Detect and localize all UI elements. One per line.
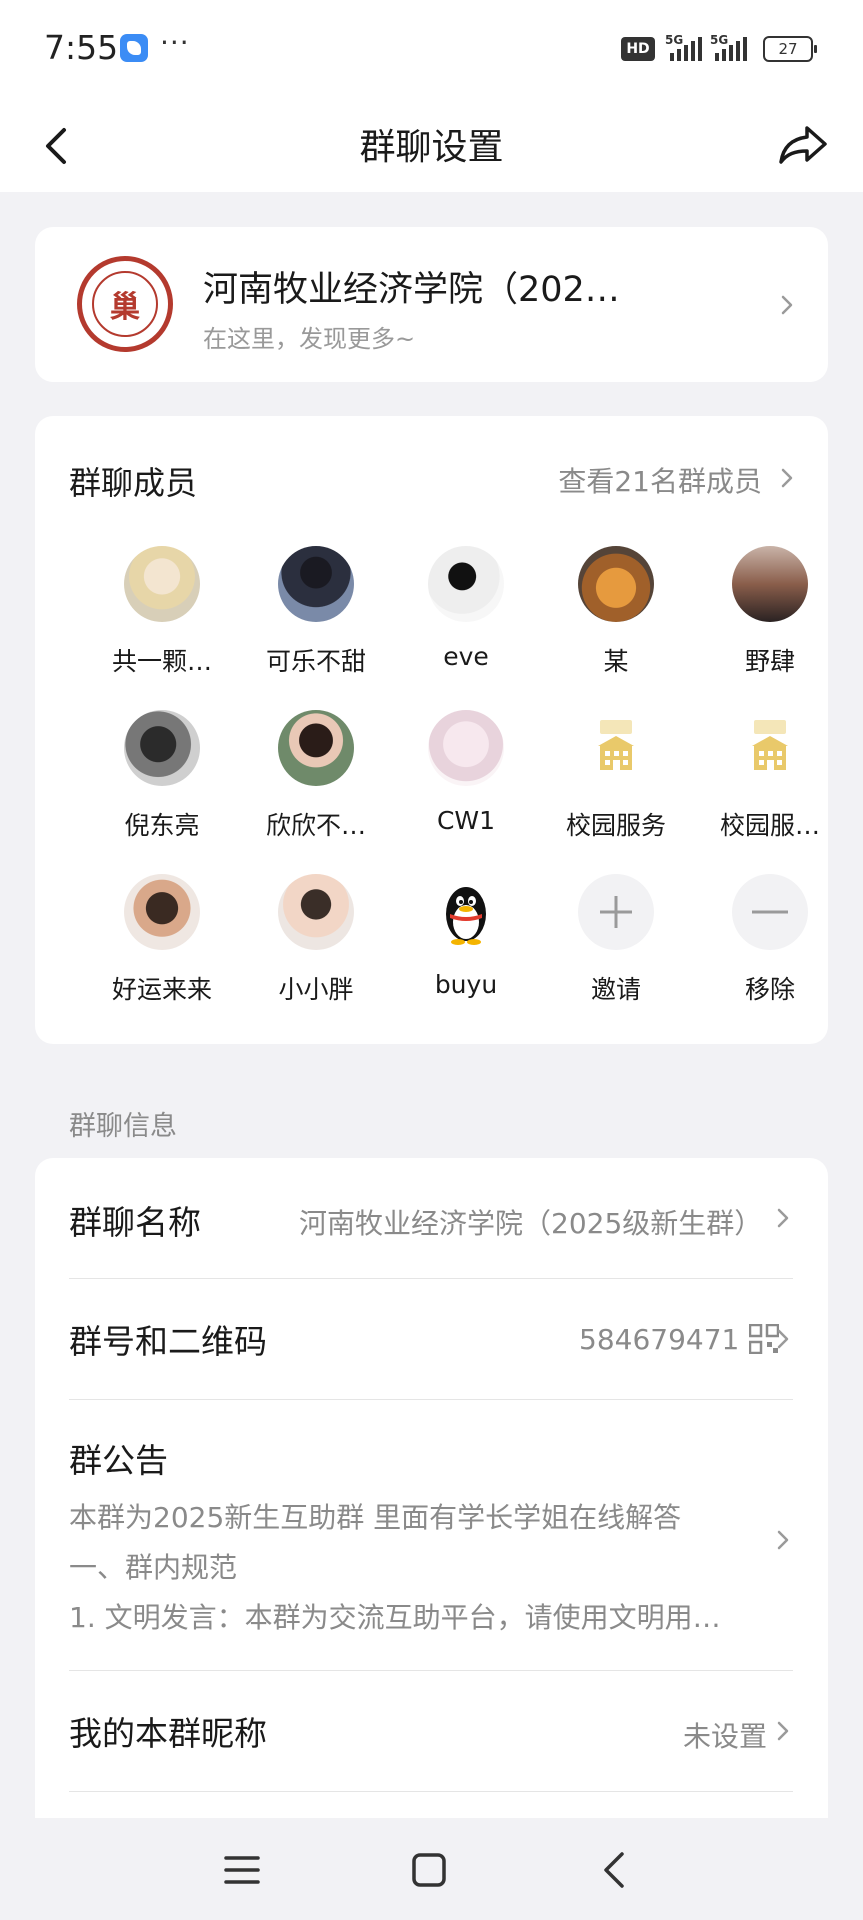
group-name-value: 河南牧业经济学院（2025级新生群） — [299, 1207, 763, 1240]
member-item[interactable]: buyu — [391, 874, 541, 1014]
member-name: 可乐不甜 — [265, 647, 366, 676]
avatar — [278, 546, 354, 622]
chevron-right-icon — [781, 295, 793, 315]
share-icon — [779, 126, 827, 164]
member-name: 校园服务 — [565, 811, 666, 840]
member-item[interactable]: 好运来来 — [87, 874, 237, 1014]
remove-avatar — [732, 874, 808, 950]
signal-icon-1: 5G — [665, 33, 702, 61]
avatar — [732, 546, 808, 622]
member-name: 小小胖 — [278, 975, 354, 1004]
group-info-card: 群聊名称 河南牧业经济学院（2025级新生群） 群号和二维码 584679471… — [35, 1158, 828, 1818]
group-id-label: 群号和二维码 — [69, 1322, 267, 1361]
group-notice-label: 群公告 — [69, 1441, 168, 1480]
member-item[interactable]: 倪东亮 — [87, 710, 237, 850]
member-item[interactable]: 欣欣不… — [241, 710, 391, 850]
remove-member-button[interactable]: 移除 — [695, 874, 845, 1014]
member-item[interactable]: eve — [391, 546, 541, 686]
member-item[interactable]: 共一颗… — [87, 546, 237, 686]
divider — [69, 1791, 793, 1792]
chevron-right-icon — [777, 1329, 789, 1349]
chevron-right-icon[interactable] — [777, 468, 797, 488]
system-nav-bar — [0, 1818, 863, 1920]
avatar — [278, 874, 354, 950]
menu-icon[interactable] — [220, 1848, 264, 1892]
group-name-row[interactable]: 群聊名称 河南牧业经济学院（2025级新生群） — [69, 1158, 793, 1278]
group-info-section-label: 群聊信息 — [69, 1111, 177, 1142]
member-name: 某 — [603, 647, 629, 676]
avatar — [124, 546, 200, 622]
invite-label: 邀请 — [590, 975, 641, 1004]
avatar — [278, 710, 354, 786]
member-name: CW1 — [436, 806, 496, 835]
member-item[interactable]: CW1 — [391, 710, 541, 850]
chevron-right-icon — [777, 1208, 789, 1228]
chevron-right-icon — [777, 1721, 789, 1741]
group-subtitle: 在这里，发现更多~ — [203, 325, 416, 353]
avatar — [124, 710, 200, 786]
avatar — [732, 710, 808, 786]
group-profile-card[interactable]: 巢 河南牧业经济学院（202… 在这里，发现更多~ — [35, 227, 828, 382]
status-time: 7:55 — [44, 28, 119, 67]
remove-label: 移除 — [744, 975, 795, 1004]
member-item[interactable]: 野肆 — [695, 546, 845, 686]
hd-icon: HD — [621, 37, 655, 61]
member-item[interactable]: 小小胖 — [241, 874, 391, 1014]
members-title: 群聊成员 — [69, 464, 198, 502]
group-id-qr-row[interactable]: 群号和二维码 584679471 — [69, 1279, 793, 1399]
members-card: 群聊成员 查看21名群成员 共一颗… 可乐不甜 eve 某 野肆 倪东亮 欣欣不… — [35, 416, 828, 1044]
invite-avatar — [578, 874, 654, 950]
plus-icon — [600, 896, 632, 928]
avatar — [578, 710, 654, 786]
view-all-members-link[interactable]: 查看21名群成员 — [558, 460, 762, 500]
home-square-icon[interactable] — [407, 1848, 451, 1892]
member-name: eve — [443, 642, 489, 671]
member-item[interactable]: 校园服务 — [541, 710, 691, 850]
school-building-icon — [752, 720, 788, 770]
member-name: 好运来来 — [111, 975, 212, 1004]
group-name-label: 群聊名称 — [69, 1203, 201, 1242]
group-notice-row[interactable]: 群公告 本群为2025新生互助群 里面有学长学姐在线解答 一、群内规范 1. 文… — [69, 1400, 793, 1670]
member-name: buyu — [434, 970, 498, 999]
school-building-icon — [598, 720, 634, 770]
member-item[interactable]: 校园服… — [695, 710, 845, 850]
status-bar: 7:55 ··· HD 5G 5G 27 — [0, 0, 863, 98]
penguin-icon — [446, 887, 486, 945]
avatar — [428, 874, 504, 950]
my-nickname-value: 未设置 — [683, 1720, 768, 1753]
avatar — [428, 546, 504, 622]
member-name: 共一颗… — [111, 647, 212, 676]
page-title: 群聊设置 — [359, 127, 504, 168]
group-id-value: 584679471 — [579, 1323, 740, 1356]
member-name: 野肆 — [744, 647, 795, 676]
share-button[interactable] — [773, 114, 833, 174]
member-item[interactable]: 某 — [541, 546, 691, 686]
group-logo: 巢 — [77, 256, 173, 352]
notice-line: 1. 文明发言：本群为交流互助平台，请使用文明用… — [69, 1601, 721, 1634]
notice-line: 一、群内规范 — [69, 1551, 238, 1584]
group-name: 河南牧业经济学院（202… — [203, 270, 620, 310]
avatar — [428, 710, 504, 786]
signal-icon-2: 5G — [710, 33, 747, 61]
member-name: 倪东亮 — [124, 811, 200, 840]
battery-icon: 27 — [763, 36, 817, 62]
notice-line: 本群为2025新生互助群 里面有学长学姐在线解答 — [69, 1501, 682, 1534]
nav-bar: 群聊设置 — [0, 98, 863, 192]
my-nickname-row[interactable]: 我的本群昵称 未设置 — [69, 1671, 793, 1791]
member-name: 校园服… — [719, 811, 820, 840]
chevron-right-icon — [777, 1530, 789, 1550]
status-indicators: HD 5G 5G 27 — [621, 32, 817, 66]
member-item[interactable]: 可乐不甜 — [241, 546, 391, 686]
app-notification-icon — [120, 34, 148, 62]
member-name: 欣欣不… — [265, 811, 366, 840]
more-notifications-icon: ··· — [160, 26, 190, 59]
avatar — [124, 874, 200, 950]
invite-member-button[interactable]: 邀请 — [541, 874, 691, 1014]
back-triangle-icon[interactable] — [594, 1848, 638, 1892]
minus-icon — [752, 910, 788, 914]
avatar — [578, 546, 654, 622]
my-nickname-label: 我的本群昵称 — [69, 1714, 267, 1753]
